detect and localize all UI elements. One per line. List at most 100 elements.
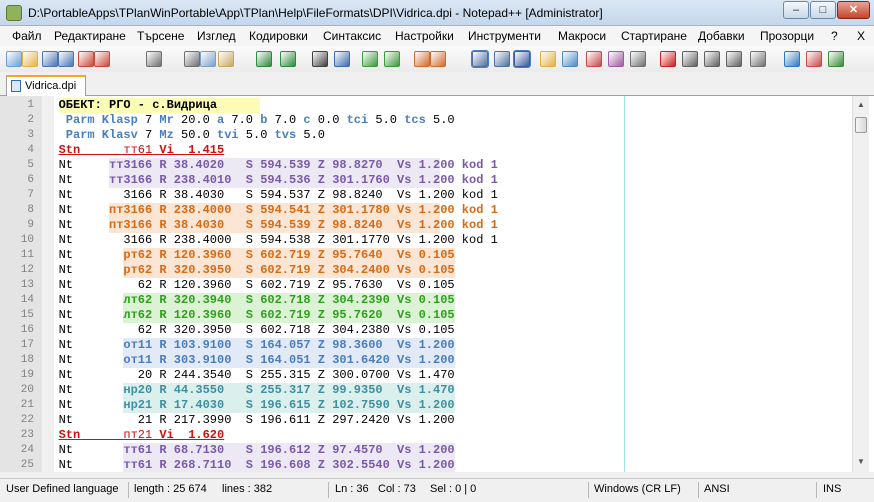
code-line[interactable]: 24 Nt тт61 R 68.7130 S 196.612 Z 97.4570 Vs 1.200 [0, 443, 852, 458]
vertical-scrollbar[interactable]: ▲ ▼ [852, 96, 869, 472]
code-line[interactable]: 13 Nt 62 R 120.3960 S 602.719 Z 95.7630 Vs 0.105 [0, 278, 852, 293]
editor[interactable]: 1 ОБЕКТ: РГО - с.Видрица 2 Parm Klasp 7 Mr 20… [0, 96, 874, 472]
menu-window[interactable]: Прозорци [760, 29, 814, 43]
notepadpp-app-icon[interactable] [6, 5, 22, 21]
doc-map-icon[interactable] [562, 51, 578, 67]
code-line[interactable]: 14 Nt лт62 R 320.3940 S 602.718 Z 304.2390 Vs 0.10… [0, 293, 852, 308]
code-line[interactable]: 21 Nt нр21 R 17.4030 S 196.615 Z 102.7590 Vs 1.200 [0, 398, 852, 413]
code-token: S [245, 248, 253, 262]
line-number: 2 [27, 114, 34, 126]
line-number: 14 [20, 294, 34, 306]
diff-icon[interactable] [828, 51, 844, 67]
sync-horizontal-icon[interactable] [430, 51, 446, 67]
open-file-icon[interactable] [22, 51, 38, 67]
replace-icon[interactable] [334, 51, 350, 67]
copy-icon[interactable] [200, 51, 216, 67]
indent-guide-icon[interactable] [513, 50, 531, 68]
print-icon[interactable] [146, 51, 162, 67]
compare-icon[interactable] [806, 51, 822, 67]
code-line[interactable]: 18 Nt от11 R 303.9100 S 164.051 Z 301.6420 Vs 1.20… [0, 353, 852, 368]
find-icon[interactable] [312, 51, 328, 67]
scroll-down-arrow[interactable]: ▼ [855, 456, 867, 468]
menu-language[interactable]: Синтаксис [323, 29, 381, 43]
monitoring-icon[interactable] [630, 51, 646, 67]
code-token: R [159, 248, 167, 262]
code-line[interactable]: 19 Nt 20 R 244.3540 S 255.315 Z 300.0700 Vs 1.470 [0, 368, 852, 383]
code-line[interactable]: 8 Nt пт3166 R 238.4000 S 594.541 Z 301.1780 Vs 1.2… [0, 203, 852, 218]
menu-view[interactable]: Изглед [197, 29, 236, 43]
code-line[interactable]: 6 Nt тт3166 R 238.4010 S 594.536 Z 301.1760 Vs 1.2… [0, 173, 852, 188]
cut-icon[interactable] [184, 51, 200, 67]
menu-file[interactable]: Файл [12, 29, 42, 43]
menu-settings[interactable]: Настройки [395, 29, 454, 43]
code-token: R [159, 413, 167, 427]
code-line[interactable]: 7 Nt 3166 R 38.4030 S 594.537 Z 98.8240 Vs 1.200 ko… [0, 188, 852, 203]
menu-macro[interactable]: Макроси [558, 29, 606, 43]
code-line[interactable]: 22 Nt 21 R 217.3990 S 196.611 Z 297.2420 Vs 1.200 [0, 413, 852, 428]
code-line[interactable]: 5 Nt тт3166 R 38.4020 S 594.539 Z 98.8270 Vs 1.200… [0, 158, 852, 173]
code-line[interactable]: 15 Nt лт62 R 120.3960 S 602.719 Z 95.7620 Vs 0.105 [0, 308, 852, 323]
code-line[interactable]: 4 Stn тт61 Vi 1.415 [0, 143, 852, 158]
maximize-button[interactable]: □ [810, 1, 836, 19]
status-bar: User Defined language length : 25 674 li… [0, 478, 874, 502]
record-macro-icon[interactable] [660, 51, 676, 67]
menu-run[interactable]: Стартиране [621, 29, 687, 43]
new-file-icon[interactable] [6, 51, 22, 67]
menu-plugins[interactable]: Добавки [698, 29, 745, 43]
close-button[interactable]: ✕ [837, 1, 870, 19]
menu-search[interactable]: Търсене [137, 29, 184, 43]
minimize-button[interactable]: – [783, 1, 809, 19]
code-line[interactable]: 12 Nt рт62 R 320.3950 S 602.719 Z 304.2400 Vs 0.10… [0, 263, 852, 278]
code-token: нр21 [123, 398, 153, 412]
tab-vidrica[interactable]: Vidrica.dpi [6, 75, 86, 96]
scroll-up-arrow[interactable]: ▲ [855, 99, 867, 111]
menu-edit[interactable]: Редактиране [54, 29, 126, 43]
paste-icon[interactable] [218, 51, 234, 67]
close-document-button[interactable]: X [857, 29, 865, 43]
line-number: 5 [27, 159, 34, 171]
stop-record-icon[interactable] [682, 51, 698, 67]
code-line[interactable]: 25 Nt тт61 R 268.7110 S 196.608 Z 302.5540 Vs 1.20… [0, 458, 852, 472]
undo-icon[interactable] [256, 51, 272, 67]
menu-help[interactable]: ? [831, 29, 838, 43]
code-token: Nt [58, 203, 73, 217]
code-line[interactable]: 11 Nt рт62 R 120.3960 S 602.719 Z 95.7640 Vs 0.105 [0, 248, 852, 263]
status-divider [588, 482, 589, 498]
code-token: Z [317, 413, 325, 427]
redo-icon[interactable] [280, 51, 296, 67]
code-line[interactable]: 1 ОБЕКТ: РГО - с.Видрица [0, 98, 852, 113]
spellcheck-icon[interactable] [784, 51, 800, 67]
word-wrap-icon[interactable] [471, 50, 489, 68]
code-line[interactable]: 2 Parm Klasp 7 Mr 20.0 a 7.0 b 7.0 c 0.0 tci 5.0 tcs… [0, 113, 852, 128]
save-icon[interactable] [42, 51, 58, 67]
zoom-in-icon[interactable] [362, 51, 378, 67]
close-all-icon[interactable] [94, 51, 110, 67]
sync-vertical-icon[interactable] [414, 51, 430, 67]
code-line[interactable]: 10 Nt 3166 R 238.4000 S 594.538 Z 301.1770 Vs 1.20… [0, 233, 852, 248]
code-line[interactable]: 23 Stn пт21 Vi 1.620 [0, 428, 852, 443]
code-token: S [245, 188, 253, 202]
code-token: Vs [397, 188, 412, 202]
code-line[interactable]: 20 Nt нр20 R 44.3550 S 255.317 Z 99.9350 Vs 1.470 [0, 383, 852, 398]
code-line[interactable]: 3 Parm Klasv 7 Mz 50.0 tvi 5.0 tvs 5.0 [0, 128, 852, 143]
code-line[interactable]: 9 Nt пт3166 R 38.4030 S 594.539 Z 98.8240 Vs 1.200… [0, 218, 852, 233]
save-all-icon[interactable] [58, 51, 74, 67]
function-list-icon[interactable] [586, 51, 602, 67]
folder-workspace-icon[interactable] [608, 51, 624, 67]
menu-tools[interactable]: Инструменти [468, 29, 541, 43]
code-token: 594.537 [260, 188, 311, 202]
close-icon[interactable] [78, 51, 94, 67]
code-token: 602.719 [260, 308, 311, 322]
code-token: 20.0 [181, 113, 210, 127]
code-line[interactable]: 17 Nt от11 R 103.9100 S 164.057 Z 98.3600 Vs 1.200 [0, 338, 852, 353]
menu-encoding[interactable]: Кодировки [249, 29, 308, 43]
zoom-out-icon[interactable] [384, 51, 400, 67]
play-multiple-icon[interactable] [726, 51, 742, 67]
play-macro-icon[interactable] [704, 51, 720, 67]
user-language-icon[interactable] [540, 51, 556, 67]
save-macro-icon[interactable] [750, 51, 766, 67]
show-all-chars-icon[interactable] [494, 51, 510, 67]
code-token: 1.200 [418, 233, 455, 247]
code-line[interactable]: 16 Nt 62 R 320.3950 S 602.718 Z 304.2380 Vs 0.105 [0, 323, 852, 338]
scroll-thumb[interactable] [855, 117, 867, 133]
